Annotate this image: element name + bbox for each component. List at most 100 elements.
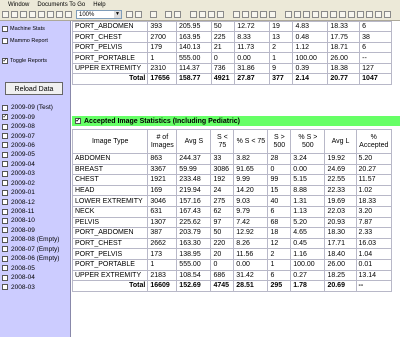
toolbar-button[interactable] <box>47 11 54 18</box>
month-checkbox[interactable] <box>2 227 8 234</box>
month-item[interactable]: 2008-08 (Empty) <box>2 235 59 244</box>
toolbar-button[interactable] <box>321 11 328 18</box>
toolbar-button[interactable] <box>217 11 224 18</box>
month-checkbox[interactable] <box>2 189 8 196</box>
machine-stats-option[interactable]: Machine Stats <box>2 26 45 32</box>
toolbar-button[interactable] <box>357 11 364 18</box>
month-label: 2008-12 <box>11 198 35 206</box>
toolbar-button[interactable] <box>242 11 249 18</box>
toolbar-button[interactable] <box>285 11 292 18</box>
toggle-reports-option[interactable]: Toggle Reports <box>2 57 47 64</box>
month-item[interactable]: 2008-04 <box>2 273 59 282</box>
month-checkbox[interactable] <box>2 255 8 262</box>
month-checkbox[interactable] <box>2 151 8 158</box>
month-checkbox[interactable] <box>2 246 8 253</box>
month-checkbox[interactable] <box>2 208 8 215</box>
value-cell: 3.24 <box>290 153 326 165</box>
menu-window[interactable]: Window <box>8 2 29 8</box>
toolbar-button[interactable] <box>294 11 301 18</box>
month-label: 2008-11 <box>11 208 35 216</box>
toolbar-button[interactable] <box>126 11 133 18</box>
toolbar-button[interactable] <box>339 11 346 18</box>
month-item[interactable]: 2009-03 <box>2 169 59 178</box>
toolbar-button[interactable] <box>190 11 197 18</box>
toolbar-button[interactable] <box>348 11 355 18</box>
toolbar-button[interactable] <box>65 11 72 18</box>
month-checkbox[interactable] <box>2 113 8 121</box>
value-cell: 205.95 <box>175 20 212 33</box>
toolbar-button[interactable] <box>165 11 172 18</box>
toolbar-button[interactable] <box>251 11 258 18</box>
toolbar-button[interactable] <box>174 11 181 18</box>
toolbar-button[interactable] <box>199 11 206 18</box>
month-checkbox[interactable] <box>2 161 8 168</box>
toolbar-button[interactable] <box>11 11 18 18</box>
toolbar-button[interactable] <box>312 11 319 18</box>
month-checkbox[interactable] <box>2 123 8 130</box>
toolbar-button[interactable] <box>233 11 240 18</box>
month-item[interactable]: 2009-09 <box>2 112 59 121</box>
mammo-report-checkbox[interactable] <box>2 38 8 44</box>
mammo-report-label: Mammo Report <box>10 38 48 44</box>
month-checkbox[interactable] <box>2 274 8 281</box>
chevron-down-icon[interactable]: ▼ <box>114 11 121 18</box>
image-type-cell: PORT_PORTABLE <box>71 52 149 64</box>
machine-stats-checkbox[interactable] <box>2 26 8 32</box>
toolbar-button[interactable] <box>303 11 310 18</box>
month-checkbox[interactable] <box>2 284 8 291</box>
toolbar-button[interactable] <box>375 11 382 18</box>
accepted-stats-checkbox[interactable] <box>75 117 81 124</box>
toolbar-button[interactable] <box>29 11 36 18</box>
mammo-report-option[interactable]: Mammo Report <box>2 38 48 44</box>
toolbar-button[interactable] <box>269 11 276 18</box>
month-item[interactable]: 2008-10 <box>2 216 59 225</box>
toolbar-button[interactable] <box>366 11 373 18</box>
month-checkbox[interactable] <box>2 104 8 111</box>
toolbar-button[interactable] <box>38 11 45 18</box>
toggle-reports-checkbox[interactable] <box>2 57 8 64</box>
month-checkbox[interactable] <box>2 236 8 243</box>
month-item[interactable]: 2009-04 <box>2 160 59 169</box>
reload-data-button[interactable]: Reload Data <box>5 82 63 95</box>
month-checkbox[interactable] <box>2 199 8 206</box>
toolbar-button[interactable] <box>135 11 142 18</box>
month-checkbox[interactable] <box>2 217 8 224</box>
value-cell: 863 <box>147 153 178 165</box>
month-item[interactable]: 2008-06 (Empty) <box>2 254 59 263</box>
month-item[interactable]: 2008-12 <box>2 197 59 206</box>
month-checkbox[interactable] <box>2 180 8 187</box>
toolbar-button[interactable] <box>2 11 9 18</box>
toolbar: 100% ▼ <box>0 9 400 21</box>
toolbar-button[interactable] <box>56 11 63 18</box>
month-item[interactable]: 2008-11 <box>2 207 59 216</box>
month-item[interactable]: 2008-09 <box>2 226 59 235</box>
month-checkbox[interactable] <box>2 170 8 177</box>
month-item[interactable]: 2009-02 <box>2 179 59 188</box>
toolbar-button[interactable] <box>384 11 391 18</box>
month-item[interactable]: 2009-06 <box>2 141 59 150</box>
month-item[interactable]: 2008-05 <box>2 263 59 272</box>
month-item[interactable]: 2008-03 <box>2 282 59 291</box>
month-item[interactable]: 2009-07 <box>2 131 59 140</box>
value-cell: 50 <box>210 227 235 239</box>
month-item[interactable]: 2008-07 (Empty) <box>2 245 59 254</box>
month-item[interactable]: 2009-05 <box>2 150 59 159</box>
month-checkbox[interactable] <box>2 142 8 149</box>
month-checkbox[interactable] <box>2 133 8 140</box>
month-item[interactable]: 2009-01 <box>2 188 59 197</box>
menu-help[interactable]: Help <box>93 2 105 8</box>
value-cell: 5.15 <box>290 174 326 186</box>
value-cell: 0.00 <box>234 52 271 64</box>
month-checkbox[interactable] <box>2 265 8 272</box>
menu-documents-to-go[interactable]: Documents To Go <box>37 2 85 8</box>
value-cell: 7.87 <box>355 216 393 229</box>
toolbar-button[interactable] <box>330 11 337 18</box>
month-item[interactable]: 2009-08 <box>2 122 59 131</box>
toolbar-button[interactable] <box>150 11 157 18</box>
value-cell: 14.20 <box>233 184 269 197</box>
toolbar-button[interactable] <box>260 11 267 18</box>
toolbar-button[interactable] <box>20 11 27 18</box>
zoom-select[interactable]: 100% ▼ <box>76 10 122 19</box>
month-item[interactable]: 2009-09 (Test) <box>2 103 59 112</box>
toolbar-button[interactable] <box>208 11 215 18</box>
